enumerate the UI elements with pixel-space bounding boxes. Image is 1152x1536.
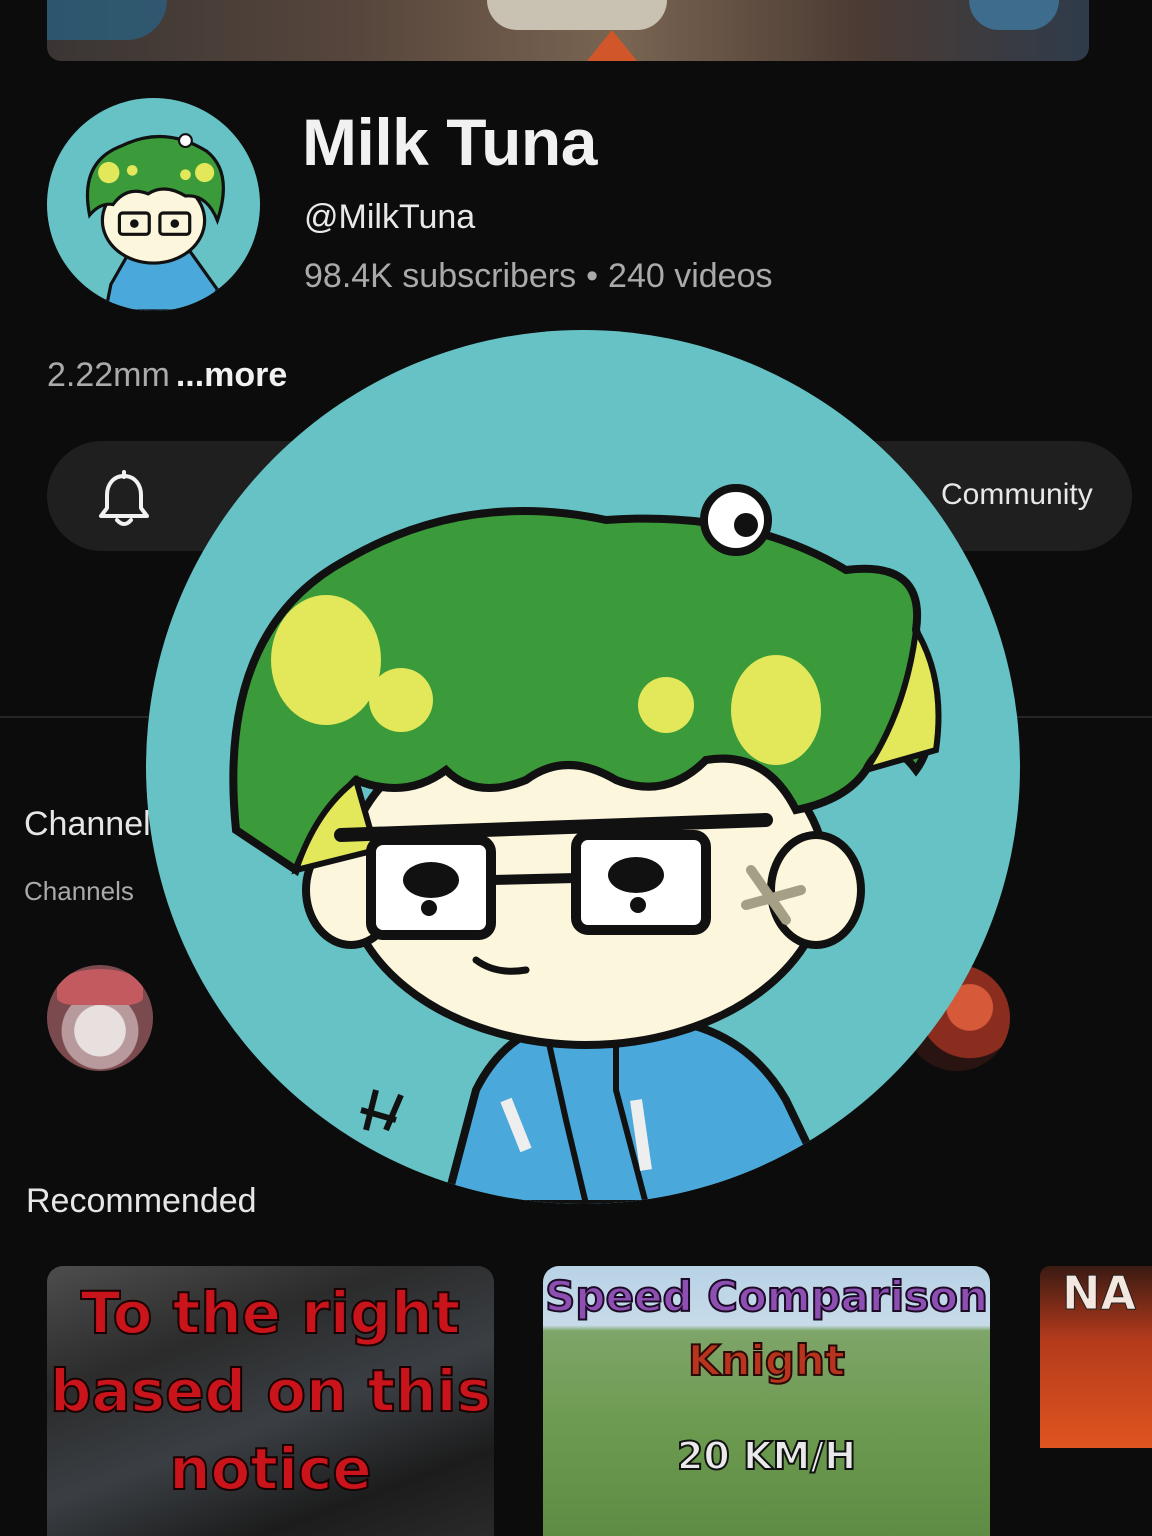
channel-name: Milk Tuna [302,105,597,179]
thumbnail-text: To the right based on this notice [49,1278,492,1504]
tab-community[interactable]: Community [941,478,1093,512]
channel-stats: 98.4K subscribers • 240 videos [304,257,773,296]
avatar-illustration [146,330,1020,1204]
featured-channel-avatar[interactable] [47,965,153,1071]
video-count: 240 videos [608,257,773,295]
avatar-preview-overlay[interactable] [146,330,1020,1204]
section-subtitle-channels: Channels [24,876,134,906]
section-title-channels: Channels [24,805,168,843]
thumbnail-text: Speed Comparison [544,1271,989,1322]
channel-handle: @MilkTuna [304,198,476,236]
video-thumbnail[interactable]: Speed Comparison Knight 20 KM/H [543,1266,990,1536]
channel-banner[interactable] [47,0,1089,61]
video-thumbnail[interactable]: NA [1040,1266,1152,1448]
banner-art [587,30,637,61]
bell-icon[interactable] [95,470,153,530]
stats-separator: • [586,257,599,295]
description-text: 2.22mm [47,356,170,394]
banner-art [47,0,167,40]
banner-art [487,0,667,30]
channel-avatar[interactable] [47,98,260,311]
section-title-recommended: Recommended [26,1182,257,1220]
avatar-illustration [47,98,260,311]
thumbnail-text: Knight [687,1335,846,1386]
thumbnail-text: 20 KM/H [676,1433,857,1479]
channel-description[interactable]: 2.22mm ...more [47,356,287,395]
thumbnail-text: NA [1061,1266,1137,1321]
video-thumbnail[interactable]: To the right based on this notice [47,1266,494,1536]
banner-art [969,0,1059,30]
more-link[interactable]: ...more [176,356,287,394]
avatar-art [57,969,143,1005]
subscriber-count: 98.4K subscribers [304,257,577,295]
